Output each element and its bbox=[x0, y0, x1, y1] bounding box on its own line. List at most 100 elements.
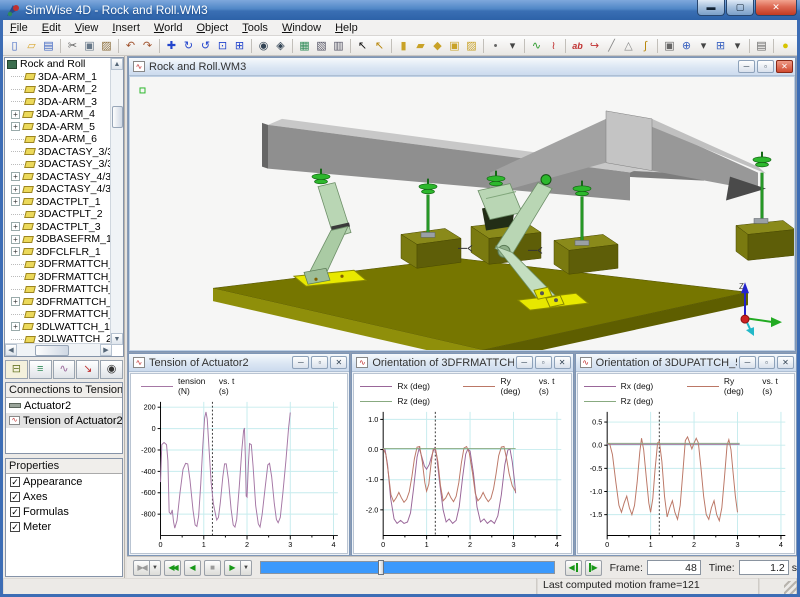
tree-expander-icon[interactable]: + bbox=[11, 122, 20, 131]
meter-close-button[interactable]: ✕ bbox=[554, 356, 571, 369]
tree-expander-icon[interactable]: + bbox=[11, 110, 20, 119]
scroll-left-icon[interactable]: ◀ bbox=[5, 344, 17, 356]
constraint-drop-icon[interactable]: ▾ bbox=[729, 37, 746, 54]
meter-restore-button[interactable]: ▫ bbox=[758, 356, 775, 369]
spring-icon[interactable]: ∿ bbox=[528, 37, 545, 54]
tree-item[interactable]: +3DBASEFRM_1 bbox=[5, 233, 123, 246]
redo-icon[interactable]: ↷ bbox=[139, 37, 156, 54]
joint-icon[interactable]: ⊕ bbox=[678, 37, 695, 54]
tab-constraints-list[interactable]: ≡ bbox=[29, 360, 52, 379]
tree-expander-icon[interactable]: + bbox=[11, 172, 20, 181]
checkbox[interactable]: ✓ bbox=[10, 507, 20, 517]
play-button[interactable]: ▶ bbox=[224, 560, 241, 576]
slot-icon[interactable]: ↪ bbox=[586, 37, 603, 54]
rewind-button[interactable]: ◀◀ bbox=[164, 560, 181, 576]
new-body-icon[interactable]: ▮ bbox=[395, 37, 412, 54]
scroll-thumb[interactable] bbox=[35, 345, 69, 356]
tree-expander-icon[interactable]: + bbox=[11, 297, 20, 306]
spline-icon[interactable]: ∫ bbox=[637, 37, 654, 54]
point-drop-icon[interactable]: ▾ bbox=[504, 37, 521, 54]
viewport-titlebar[interactable]: ∿ Rock and Roll.WM3 ─ ▫ ✕ bbox=[129, 58, 795, 76]
motion-mode-button[interactable]: ▶◀ bbox=[133, 560, 150, 576]
menu-item-file[interactable]: File bbox=[3, 21, 35, 35]
cut-icon[interactable]: ✂ bbox=[64, 37, 81, 54]
meter-minimize-button[interactable]: ─ bbox=[739, 356, 756, 369]
meter-close-button[interactable]: ✕ bbox=[330, 356, 347, 369]
maximize-button[interactable]: ▢ bbox=[726, 0, 754, 16]
tab-motion-list[interactable]: ↘ bbox=[76, 360, 99, 379]
meter-titlebar[interactable]: ∿Orientation of 3DUPATTCH_5─▫✕ bbox=[576, 354, 796, 372]
checkbox[interactable]: ✓ bbox=[10, 492, 20, 502]
orbit-icon[interactable]: ↻ bbox=[180, 37, 197, 54]
connection-item[interactable]: ∿Tension of Actuator2 bbox=[6, 413, 122, 428]
text-icon[interactable]: ab bbox=[569, 37, 586, 54]
tree-item[interactable]: 3DFRMATTCH_1 bbox=[5, 258, 123, 271]
line-icon[interactable]: ╱ bbox=[603, 37, 620, 54]
tree-expander-icon[interactable]: + bbox=[11, 197, 20, 206]
tree-horizontal-scrollbar[interactable]: ◀ ▶ bbox=[5, 343, 112, 356]
tree-item[interactable]: +3DACTASY_4/3DC bbox=[5, 183, 123, 196]
tree-item[interactable]: 3DACTASY_3/3DA bbox=[5, 146, 123, 159]
save-icon[interactable]: ▤ bbox=[40, 37, 57, 54]
meter-minimize-button[interactable]: ─ bbox=[516, 356, 533, 369]
tree-item[interactable]: 3DA-ARM_1 bbox=[5, 71, 123, 84]
zoom-fit-icon[interactable]: ⊞ bbox=[231, 37, 248, 54]
tree-item[interactable]: +3DLWATTCH_1 bbox=[5, 321, 123, 334]
object-tree[interactable]: Rock and Roll3DA-ARM_13DA-ARM_23DA-ARM_3… bbox=[4, 57, 124, 357]
new-document-icon[interactable]: ▯ bbox=[6, 37, 23, 54]
connection-item[interactable]: Actuator2 bbox=[6, 398, 122, 413]
appearance-icon[interactable]: ▨ bbox=[463, 37, 480, 54]
viewport-minimize-button[interactable]: ─ bbox=[738, 60, 755, 73]
tree-item[interactable]: +3DA-ARM_5 bbox=[5, 121, 123, 134]
step-frame-back-button[interactable]: ◀ bbox=[565, 560, 582, 576]
meter-restore-button[interactable]: ▫ bbox=[311, 356, 328, 369]
tree-item[interactable]: +3DACTPLT_1 bbox=[5, 196, 123, 209]
joint-drop-icon[interactable]: ▾ bbox=[695, 37, 712, 54]
close-button[interactable]: ✕ bbox=[755, 0, 797, 16]
menu-item-object[interactable]: Object bbox=[189, 21, 235, 35]
duplicate-icon[interactable]: ▤ bbox=[753, 37, 770, 54]
meter-titlebar[interactable]: ∿Tension of Actuator2─▫✕ bbox=[129, 354, 349, 372]
move-body-icon[interactable]: ▰ bbox=[412, 37, 429, 54]
stop-button[interactable]: ■ bbox=[204, 560, 221, 576]
scroll-right-icon[interactable]: ▶ bbox=[100, 344, 112, 356]
tree-item[interactable]: +3DACTASY_4/3DA bbox=[5, 171, 123, 184]
tree-item[interactable]: 3DFRMATTCH_2 bbox=[5, 271, 123, 284]
tree-item[interactable]: 3DFRMATTCH_5 bbox=[5, 308, 123, 321]
play-button-dropdown[interactable]: ▼ bbox=[241, 560, 252, 576]
tab-camera-list[interactable]: ◉ bbox=[100, 360, 123, 379]
tab-meters-list[interactable]: ∿ bbox=[53, 360, 76, 379]
grid-icon[interactable]: ▦ bbox=[296, 37, 313, 54]
menu-item-insert[interactable]: Insert bbox=[105, 21, 147, 35]
copy-icon[interactable]: ▣ bbox=[81, 37, 98, 54]
resize-grip[interactable] bbox=[784, 581, 797, 594]
camera-view-icon[interactable]: ◈ bbox=[272, 37, 289, 54]
minimize-button[interactable]: ▬ bbox=[697, 0, 725, 16]
scroll-thumb[interactable] bbox=[112, 106, 123, 128]
tree-item[interactable]: 3DACTPLT_2 bbox=[5, 208, 123, 221]
meter-close-button[interactable]: ✕ bbox=[777, 356, 794, 369]
timeline-slider[interactable] bbox=[260, 561, 555, 574]
tree-item[interactable]: 3DFRMATTCH_3 bbox=[5, 283, 123, 296]
lock-icon[interactable]: ▣ bbox=[661, 37, 678, 54]
viewport-close-button[interactable]: ✕ bbox=[776, 60, 793, 73]
spin-icon[interactable]: ↺ bbox=[197, 37, 214, 54]
polygon-icon[interactable]: △ bbox=[620, 37, 637, 54]
tree-root[interactable]: Rock and Roll bbox=[5, 58, 123, 71]
tree-item[interactable]: 3DACTASY_3/3DC bbox=[5, 158, 123, 171]
timeline-thumb[interactable] bbox=[378, 560, 384, 575]
viewport-restore-button[interactable]: ▫ bbox=[757, 60, 774, 73]
tree-item[interactable]: 3DA-ARM_2 bbox=[5, 83, 123, 96]
tree-expander-icon[interactable]: + bbox=[11, 185, 20, 194]
meter-titlebar[interactable]: ∿Orientation of 3DFRMATTCH_5─▫✕ bbox=[352, 354, 572, 372]
pan-icon[interactable]: ✚ bbox=[163, 37, 180, 54]
tree-item[interactable]: +3DFCLFLR_1 bbox=[5, 246, 123, 259]
rotate-body-icon[interactable]: ◆ bbox=[429, 37, 446, 54]
menu-item-edit[interactable]: Edit bbox=[35, 21, 68, 35]
checkbox[interactable]: ✓ bbox=[10, 522, 20, 532]
open-folder-icon[interactable]: ▱ bbox=[23, 37, 40, 54]
tree-expander-icon[interactable]: + bbox=[11, 235, 20, 244]
zoom-window-icon[interactable]: ⊡ bbox=[214, 37, 231, 54]
tree-item[interactable]: +3DFRMATTCH_4 bbox=[5, 296, 123, 309]
paste-icon[interactable]: ▨ bbox=[98, 37, 115, 54]
